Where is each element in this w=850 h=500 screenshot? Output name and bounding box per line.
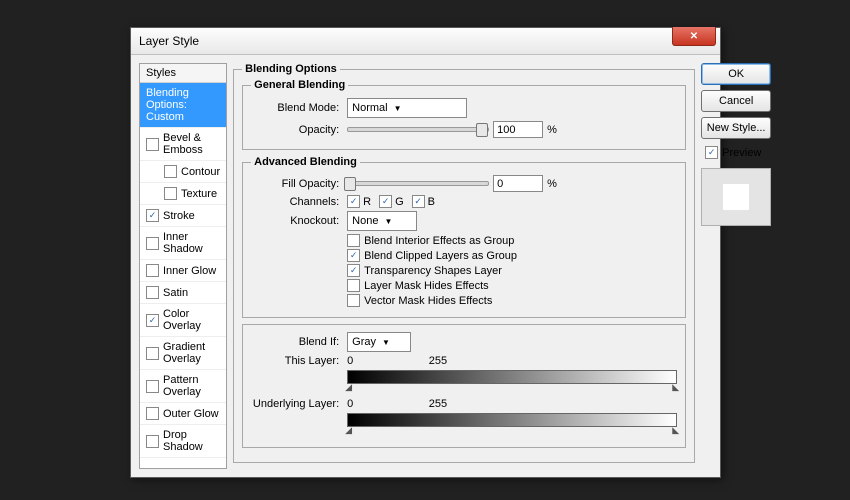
preview-label: Preview [722, 147, 761, 159]
blending-options-group: Blending Options General Blending Blend … [233, 63, 695, 463]
style-checkbox[interactable] [146, 435, 159, 448]
channel-checkbox[interactable] [379, 195, 392, 208]
option-checkbox[interactable] [347, 294, 360, 307]
preview-checkbox[interactable] [705, 146, 718, 159]
style-item-label: Pattern Overlay [163, 374, 220, 398]
option-checkbox[interactable] [347, 234, 360, 247]
channels-label: Channels: [251, 196, 343, 208]
this-layer-label: This Layer: [251, 355, 343, 367]
advanced-blending-legend: Advanced Blending [251, 156, 360, 168]
style-item-label: Outer Glow [163, 408, 219, 420]
blend-mode-dropdown[interactable]: Normal ▼ [347, 98, 467, 118]
styles-header: Styles [140, 64, 226, 83]
advanced-blending-group: Advanced Blending Fill Opacity: 0 % Chan… [242, 156, 686, 318]
style-item-label: Stroke [163, 210, 195, 222]
fill-opacity-label: Fill Opacity: [251, 178, 343, 190]
chevron-down-icon: ▼ [384, 217, 392, 226]
style-item[interactable]: Inner Shadow [140, 227, 226, 260]
blend-if-group: Blend If: Gray ▼ This Layer: 0255 ◢◣ Und… [242, 324, 686, 448]
style-item-label: Texture [181, 188, 217, 200]
style-checkbox[interactable] [146, 314, 159, 327]
style-checkbox[interactable] [146, 209, 159, 222]
style-item-label: Contour [181, 166, 220, 178]
style-item[interactable]: Satin [140, 282, 226, 304]
style-item-label: Color Overlay [163, 308, 220, 332]
option-checkbox[interactable] [347, 264, 360, 277]
style-item-label: Satin [163, 287, 188, 299]
style-item-label: Bevel & Emboss [163, 132, 220, 156]
style-checkbox[interactable] [164, 165, 177, 178]
option-checkbox[interactable] [347, 249, 360, 262]
chevron-down-icon: ▼ [382, 338, 390, 347]
opacity-label: Opacity: [251, 124, 343, 136]
style-item[interactable]: Pattern Overlay [140, 370, 226, 403]
style-item-label: Inner Shadow [163, 231, 220, 255]
style-item[interactable]: Gradient Overlay [140, 337, 226, 370]
blending-options-legend: Blending Options [242, 63, 340, 75]
style-item[interactable]: Contour [140, 161, 226, 183]
knockout-dropdown[interactable]: None ▼ [347, 211, 417, 231]
general-blending-legend: General Blending [251, 79, 348, 91]
blend-if-dropdown[interactable]: Gray ▼ [347, 332, 411, 352]
layer-style-dialog: Layer Style ✕ Styles Blending Options: C… [130, 27, 721, 478]
ok-button[interactable]: OK [701, 63, 771, 85]
option-label: Blend Clipped Layers as Group [364, 250, 517, 262]
knockout-label: Knockout: [251, 215, 343, 227]
window-title: Layer Style [139, 34, 199, 48]
style-checkbox[interactable] [146, 264, 159, 277]
chevron-down-icon: ▼ [394, 104, 402, 113]
style-item[interactable]: Outer Glow [140, 403, 226, 425]
opacity-slider[interactable] [347, 127, 489, 132]
option-checkbox[interactable] [347, 279, 360, 292]
preview-swatch [701, 168, 771, 226]
style-item[interactable]: Inner Glow [140, 260, 226, 282]
this-layer-gradient[interactable]: ◢◣ [347, 370, 677, 384]
style-item[interactable]: Drop Shadow [140, 425, 226, 458]
channel-label: B [428, 196, 435, 208]
channel-label: G [395, 196, 404, 208]
underlying-layer-label: Underlying Layer: [251, 398, 343, 410]
style-item[interactable]: Texture [140, 183, 226, 205]
opacity-input[interactable]: 100 [493, 121, 543, 138]
option-label: Transparency Shapes Layer [364, 265, 502, 277]
style-item-label: Inner Glow [163, 265, 216, 277]
style-checkbox[interactable] [164, 187, 177, 200]
style-item-label: Gradient Overlay [163, 341, 220, 365]
styles-list: Styles Blending Options: Custom Bevel & E… [139, 63, 227, 469]
channel-label: R [363, 196, 371, 208]
channel-checkbox[interactable] [347, 195, 360, 208]
style-checkbox[interactable] [146, 380, 159, 393]
style-item[interactable]: Blending Options: Custom [140, 83, 226, 128]
style-checkbox[interactable] [146, 347, 159, 360]
general-blending-group: General Blending Blend Mode: Normal ▼ Op… [242, 79, 686, 150]
titlebar: Layer Style ✕ [131, 28, 720, 55]
opacity-unit: % [547, 124, 557, 136]
underlying-layer-gradient[interactable]: ◢◣ [347, 413, 677, 427]
option-label: Layer Mask Hides Effects [364, 280, 489, 292]
style-item[interactable]: Bevel & Emboss [140, 128, 226, 161]
cancel-button[interactable]: Cancel [701, 90, 771, 112]
style-checkbox[interactable] [146, 286, 159, 299]
style-checkbox[interactable] [146, 138, 159, 151]
style-checkbox[interactable] [146, 237, 159, 250]
style-item-label: Drop Shadow [163, 429, 220, 453]
style-item[interactable]: Color Overlay [140, 304, 226, 337]
channel-checkbox[interactable] [412, 195, 425, 208]
blending-options-panel: Blending Options General Blending Blend … [233, 63, 695, 469]
action-column: OK Cancel New Style... Preview [701, 63, 771, 469]
blend-mode-label: Blend Mode: [251, 102, 343, 114]
new-style-button[interactable]: New Style... [701, 117, 771, 139]
close-icon: ✕ [690, 31, 698, 42]
fill-opacity-slider[interactable] [347, 181, 489, 186]
style-item-label: Blending Options: Custom [146, 87, 220, 123]
option-label: Vector Mask Hides Effects [364, 295, 492, 307]
fill-opacity-input[interactable]: 0 [493, 175, 543, 192]
style-item[interactable]: Stroke [140, 205, 226, 227]
fill-opacity-unit: % [547, 178, 557, 190]
style-checkbox[interactable] [146, 407, 159, 420]
option-label: Blend Interior Effects as Group [364, 235, 514, 247]
blend-if-label: Blend If: [251, 336, 343, 348]
close-button[interactable]: ✕ [672, 27, 716, 46]
